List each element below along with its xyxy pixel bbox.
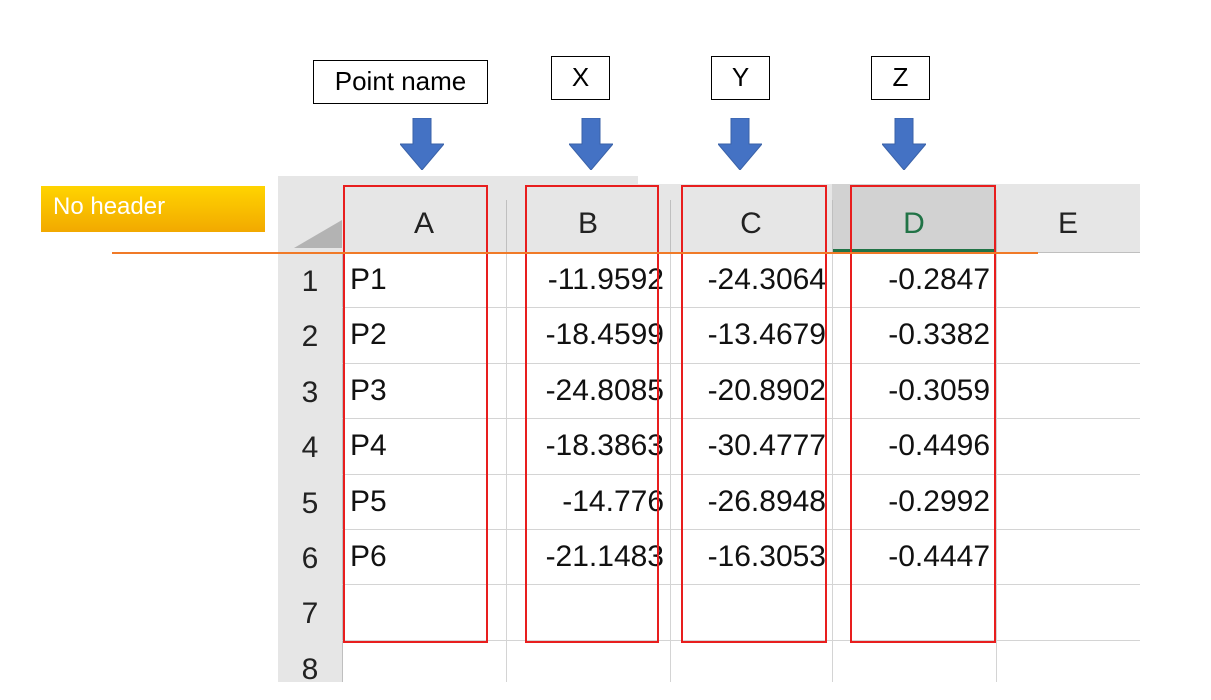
row-header-4[interactable]: 4 bbox=[278, 418, 342, 473]
down-arrow-icon bbox=[400, 118, 444, 170]
header-divider-line bbox=[112, 252, 1038, 254]
point-name-label: Point name bbox=[313, 60, 488, 104]
y-label: Y bbox=[711, 56, 770, 100]
column-divider bbox=[832, 200, 833, 252]
column-divider bbox=[996, 200, 997, 252]
row-header-2[interactable]: 2 bbox=[278, 307, 342, 362]
down-arrow-icon bbox=[882, 118, 926, 170]
down-arrow-icon bbox=[718, 118, 762, 170]
column-divider bbox=[670, 200, 671, 252]
row-header-3[interactable]: 3 bbox=[278, 363, 342, 418]
down-arrow-icon bbox=[569, 118, 613, 170]
column-divider bbox=[506, 200, 507, 252]
row-header-6[interactable]: 6 bbox=[278, 529, 342, 584]
no-header-note: No header bbox=[41, 186, 265, 232]
x-label: X bbox=[551, 56, 610, 100]
row-header-8[interactable]: 8 bbox=[278, 640, 342, 695]
column-header-e[interactable]: E bbox=[996, 184, 1140, 252]
grid-line bbox=[996, 252, 997, 682]
row-header-1[interactable]: 1 bbox=[278, 252, 342, 307]
row-header-5[interactable]: 5 bbox=[278, 474, 342, 529]
select-all-button[interactable] bbox=[294, 220, 342, 248]
z-label: Z bbox=[871, 56, 930, 100]
row-header-7[interactable]: 7 bbox=[278, 584, 342, 639]
